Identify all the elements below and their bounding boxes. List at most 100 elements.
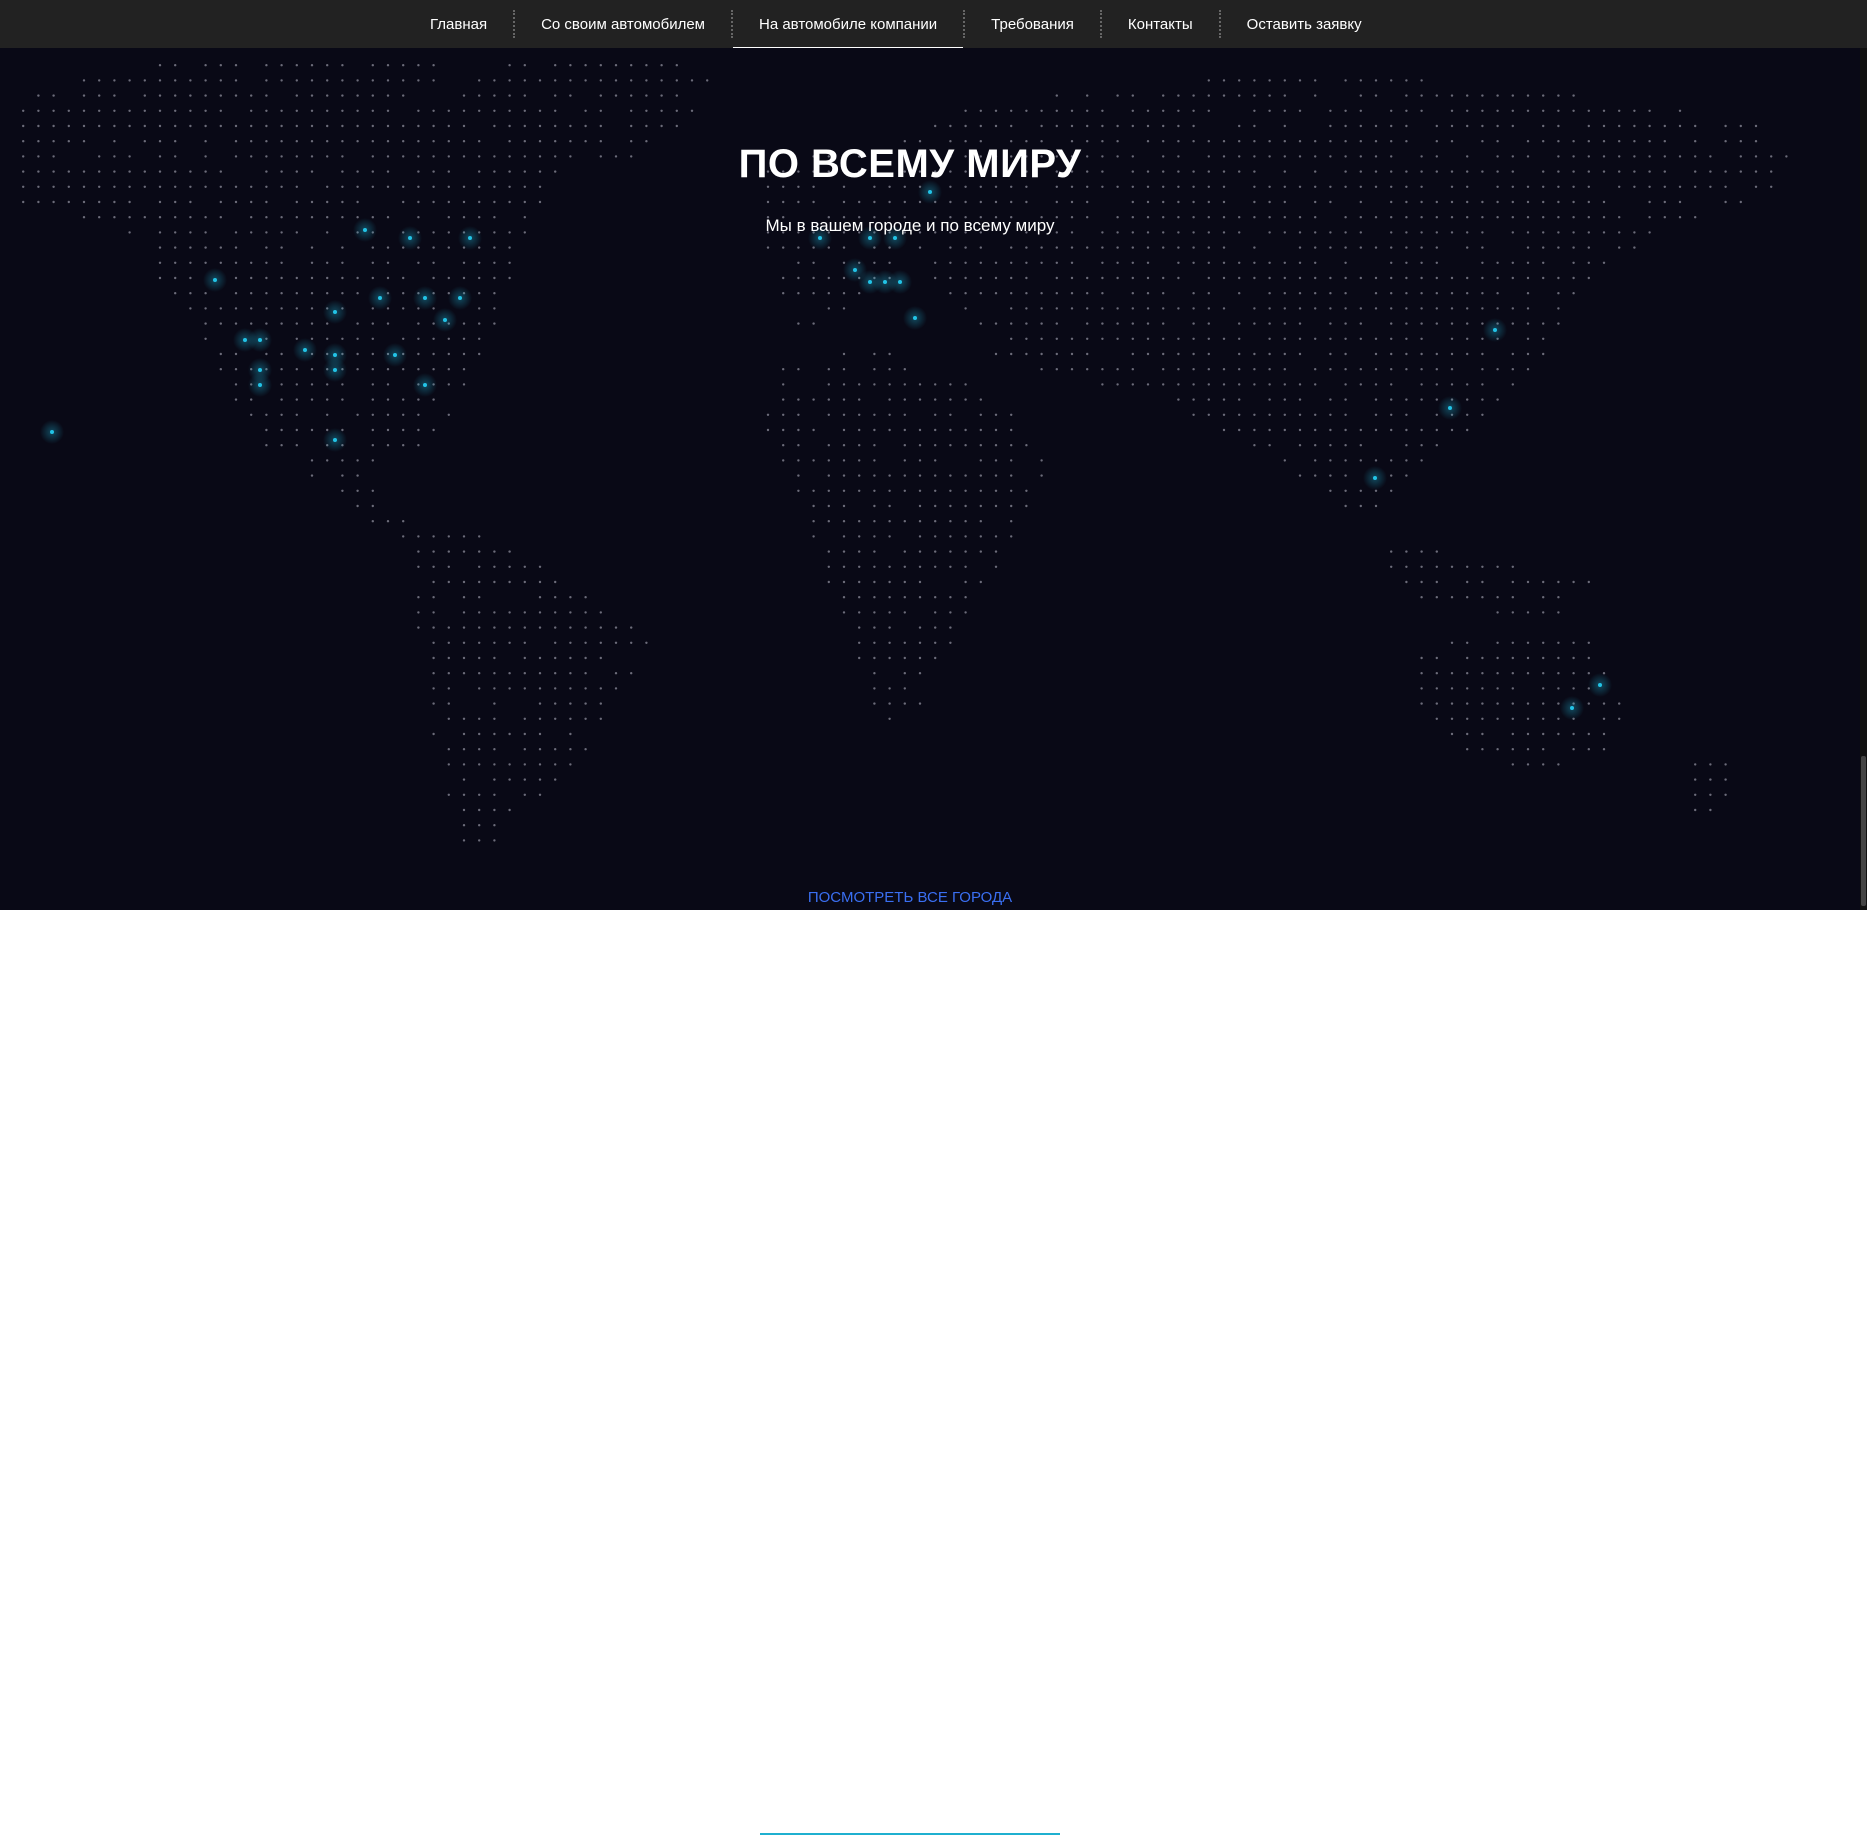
map-dot xyxy=(782,276,785,280)
map-dot xyxy=(356,352,359,356)
map-dot xyxy=(1481,398,1484,401)
map-dot xyxy=(1025,322,1028,325)
map-dot xyxy=(82,79,86,82)
map-dot xyxy=(964,261,967,264)
nav-item-own-car[interactable]: Со своим автомобилем xyxy=(515,0,731,48)
map-dot xyxy=(1435,550,1439,553)
map-dot xyxy=(994,124,998,128)
map-dot xyxy=(1253,307,1256,310)
map-dot xyxy=(1374,413,1378,416)
map-dot xyxy=(1283,94,1287,97)
map-dot xyxy=(1496,307,1499,310)
map-dot xyxy=(1466,292,1469,295)
map-dot xyxy=(478,732,481,736)
map-dot xyxy=(447,702,450,705)
map-dot xyxy=(204,64,207,67)
map-dot xyxy=(1481,261,1484,264)
map-dot xyxy=(1435,398,1439,401)
map-dot xyxy=(888,535,891,538)
map-dot xyxy=(1329,337,1332,340)
map-dot xyxy=(295,322,298,325)
map-dot xyxy=(1253,124,1256,128)
map-dot xyxy=(858,626,861,629)
map-dot xyxy=(402,428,405,432)
map-dot xyxy=(447,109,450,112)
map-dot xyxy=(250,413,253,416)
map-dot xyxy=(797,246,800,249)
map-dot xyxy=(1146,200,1150,204)
map-dot xyxy=(1131,352,1135,356)
nav-item-apply[interactable]: Оставить заявку xyxy=(1221,0,1388,48)
scrollbar[interactable] xyxy=(1860,48,1867,910)
map-dot xyxy=(797,200,800,204)
map-dot xyxy=(1420,200,1423,204)
map-dot xyxy=(934,124,937,128)
map-dot xyxy=(113,124,116,128)
map-dot xyxy=(310,246,314,249)
map-dot xyxy=(478,626,481,629)
map-dot xyxy=(432,596,435,599)
map-dot xyxy=(873,672,876,675)
map-dot xyxy=(554,763,557,766)
map-dot xyxy=(934,535,937,538)
map-dot xyxy=(1420,398,1423,401)
map-dot xyxy=(903,474,906,477)
map-dot xyxy=(918,550,922,553)
scrollbar-thumb[interactable] xyxy=(1861,756,1866,906)
map-dot xyxy=(1450,322,1454,325)
map-dot xyxy=(858,444,861,447)
map-dot xyxy=(964,565,967,568)
map-dot xyxy=(1268,322,1271,325)
map-dot xyxy=(934,520,937,523)
map-dot xyxy=(1314,261,1317,264)
map-dot xyxy=(1146,307,1150,310)
map-dot xyxy=(1678,124,1682,128)
map-dot xyxy=(766,200,770,204)
map-dot xyxy=(219,64,222,67)
map-dot xyxy=(219,352,222,356)
map-dot xyxy=(478,793,481,796)
map-dot xyxy=(1238,413,1241,416)
map-dot xyxy=(1283,428,1287,432)
map-dot xyxy=(462,641,466,644)
map-dot xyxy=(1709,808,1712,812)
map-dot xyxy=(1435,428,1439,432)
map-dot xyxy=(766,246,770,249)
map-dot xyxy=(493,79,496,82)
map-dot xyxy=(1572,261,1575,264)
map-dot xyxy=(599,64,602,67)
map-dot xyxy=(158,64,162,67)
map-dot xyxy=(812,292,815,295)
map-dot xyxy=(949,200,952,204)
map-dot xyxy=(98,124,101,128)
map-dot xyxy=(538,672,542,675)
map-dot xyxy=(1420,337,1423,340)
map-dot xyxy=(1070,124,1074,128)
view-all-cities-link[interactable]: ПОСМОТРЕТЬ ВСЕ ГОРОДА xyxy=(0,889,1820,906)
nav-item-requirements[interactable]: Требования xyxy=(965,0,1100,48)
map-dot xyxy=(1481,748,1484,751)
map-dot xyxy=(1344,109,1347,112)
nav-item-contacts[interactable]: Контакты xyxy=(1102,0,1219,48)
map-dot xyxy=(1466,641,1469,644)
map-dot xyxy=(675,79,678,82)
map-dot xyxy=(1329,246,1332,249)
map-dot xyxy=(994,292,998,295)
map-dot xyxy=(1466,383,1469,386)
nav-item-company-car[interactable]: На автомобиле компании xyxy=(733,0,964,48)
map-dot xyxy=(371,79,374,82)
map-dot xyxy=(1222,398,1226,401)
map-dot xyxy=(1344,383,1347,386)
nav-item-home[interactable]: Главная xyxy=(404,0,513,48)
map-dot xyxy=(1101,276,1104,280)
map-dot xyxy=(1435,717,1439,720)
map-dot xyxy=(432,109,435,112)
map-dot xyxy=(1466,94,1469,97)
map-dot xyxy=(1314,474,1317,477)
map-dot xyxy=(1010,322,1013,325)
map-dot xyxy=(1481,672,1484,675)
map-dot xyxy=(219,79,222,82)
city-dot xyxy=(1373,476,1377,480)
map-dot xyxy=(1238,337,1241,340)
map-dot xyxy=(645,109,648,112)
